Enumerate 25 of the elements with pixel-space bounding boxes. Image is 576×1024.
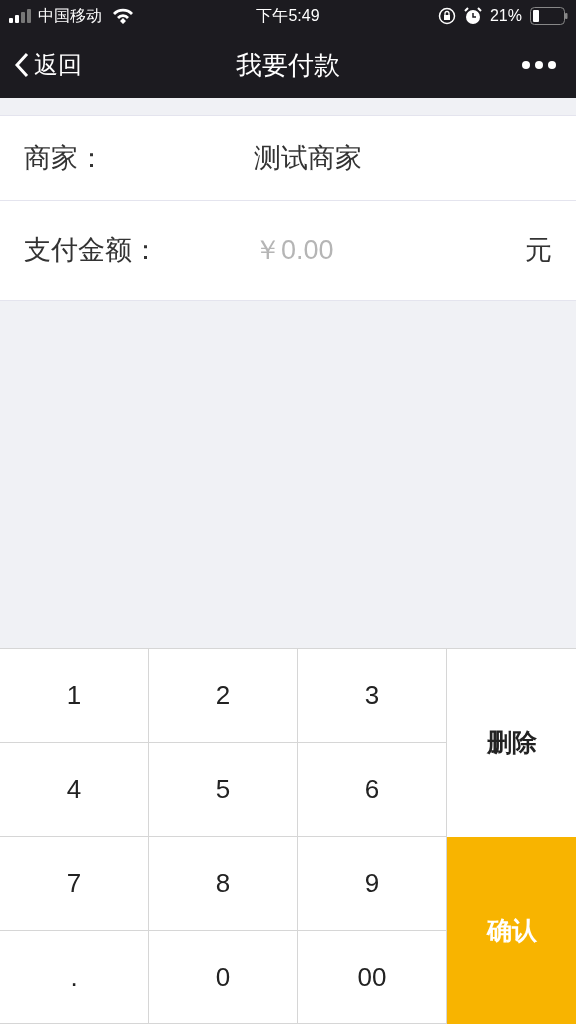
keypad-key[interactable]: 2: [149, 649, 298, 743]
keypad-key[interactable]: 0: [149, 931, 298, 1024]
field-label: 商家：: [24, 141, 106, 175]
battery-percent: 21%: [489, 6, 522, 26]
keypad-key[interactable]: 8: [149, 837, 298, 931]
keypad-key[interactable]: 4: [0, 743, 149, 837]
status-time: 下午5:49: [256, 6, 320, 26]
carrier-name: 中国移动: [38, 6, 102, 26]
battery-icon: [530, 7, 568, 25]
wifi-icon: [112, 8, 134, 24]
field-label: 支付金额：: [24, 234, 160, 268]
keypad-key[interactable]: 5: [149, 743, 298, 837]
chevron-left-icon: [14, 52, 30, 78]
keypad-key[interactable]: 1: [0, 649, 149, 743]
rotation-lock-icon: [437, 7, 456, 25]
alarm-icon: [463, 7, 482, 25]
signal-icon: [8, 9, 32, 23]
unit-label: 元: [525, 234, 552, 268]
amount-field[interactable]: ￥0.00: [254, 230, 525, 271]
keypad-key[interactable]: .: [0, 931, 149, 1024]
page-title: 我要付款: [236, 48, 340, 82]
back-button[interactable]: 返回: [14, 47, 82, 83]
more-icon[interactable]: [522, 61, 556, 69]
keypad-key[interactable]: 7: [0, 837, 149, 931]
merchant-name: 测试商家: [254, 141, 362, 175]
